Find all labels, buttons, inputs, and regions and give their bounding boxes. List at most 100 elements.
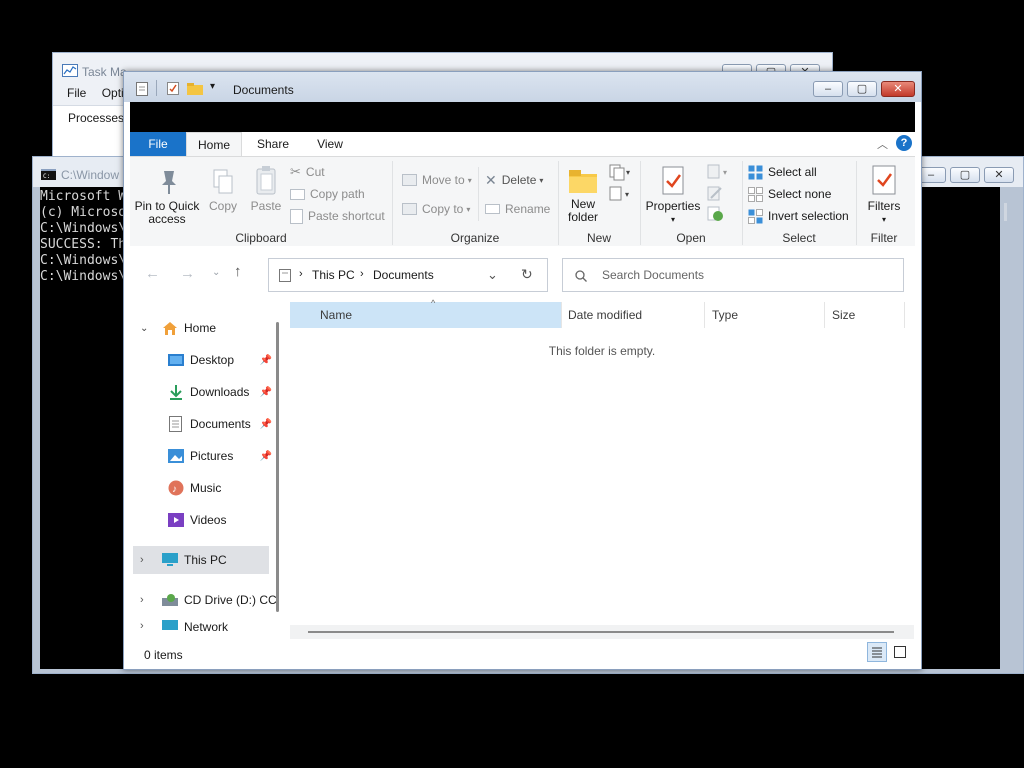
nav-scrollbar-thumb[interactable] [276,322,279,612]
column-header-type[interactable]: Type [712,302,738,328]
properties-qat-icon[interactable] [167,82,179,95]
cmd-scrollbar-thumb[interactable] [1004,203,1007,221]
qat-dropdown-icon[interactable]: ▾ [210,81,215,92]
new-item-button[interactable]: ▾ [608,163,632,181]
open-button[interactable]: ▾ [706,163,732,181]
cmd-close-button[interactable]: ✕ [984,167,1014,183]
paste-shortcut-button[interactable]: Paste shortcut [290,207,385,225]
nav-item-documents[interactable]: Documents 📌 [130,410,274,438]
details-view-button[interactable] [867,642,887,662]
copy-to-label: Copy to [422,202,464,216]
back-arrow-icon[interactable]: ← [145,265,160,282]
explorer-titlebar[interactable]: ▾ Documents – ▢ ✕ [124,72,921,102]
tab-home[interactable]: Home [186,132,242,156]
menu-file[interactable]: File [67,86,86,100]
empty-folder-message: This folder is empty. [548,344,656,358]
nav-item-this-pc[interactable]: › This PC [133,546,269,574]
nav-item-music[interactable]: ♪ Music [130,474,274,502]
properties-button[interactable]: Properties ▾ [644,165,702,226]
tab-file[interactable]: File [130,132,186,156]
pin-to-quick-access-button[interactable]: Pin to Quick access [134,167,200,226]
history-button[interactable] [706,205,726,223]
home-icon [163,321,177,335]
explorer-maximize-button[interactable]: ▢ [847,81,877,97]
nav-item-downloads[interactable]: Downloads 📌 [130,378,274,406]
new-folder-qat-icon[interactable] [187,83,203,95]
horizontal-scrollbar[interactable] [290,625,914,639]
edit-button[interactable] [706,185,726,203]
delete-button[interactable]: ✕ Delete ▾ [485,171,543,189]
column-header-size[interactable]: Size [832,302,855,328]
paste-shortcut-icon [290,208,303,224]
select-none-button[interactable]: Select none [748,185,831,203]
collapsed-chevron-icon[interactable]: › [140,554,158,566]
explorer-close-button[interactable]: ✕ [881,81,915,97]
properties-dropdown-icon[interactable]: ▾ [644,213,702,226]
expanded-chevron-icon[interactable]: ⌄ [140,323,158,334]
forward-arrow-icon[interactable]: → [180,265,195,282]
large-icons-view-button[interactable] [892,644,908,660]
invert-selection-button[interactable]: Invert selection [748,207,849,225]
column-divider [824,302,825,328]
column-header-name[interactable]: Name [320,302,352,328]
horizontal-scrollbar-thumb[interactable] [308,631,894,633]
collapsed-chevron-icon[interactable]: › [140,594,158,606]
file-list[interactable]: ^ Name Date modified Type Size This fold… [290,298,914,642]
recent-locations-icon[interactable]: ⌄ [212,267,220,278]
breadcrumb-separator-icon[interactable]: › [299,268,303,280]
nav-label: Network [184,620,229,634]
copy-to-button[interactable]: Copy to ▾ [402,200,470,218]
edit-icon [707,186,722,201]
up-arrow-icon[interactable]: ↑ [234,263,242,280]
new-item-icon: ▾ [609,164,630,181]
breadcrumb-separator-icon[interactable]: › [360,268,364,280]
pin-icon[interactable]: 📌 [260,355,272,366]
select-all-button[interactable]: Select all [748,163,817,181]
file-explorer-window[interactable]: ▾ Documents – ▢ ✕ File Home Share View ︿… [123,71,922,670]
window-title: Documents [233,83,294,97]
breadcrumb-documents[interactable]: Documents [373,268,434,282]
nav-item-desktop[interactable]: Desktop 📌 [130,346,274,374]
nav-item-videos[interactable]: Videos [130,506,274,534]
cut-button[interactable]: ✂ Cut [290,163,325,181]
collapsed-chevron-icon[interactable]: › [140,620,158,632]
filters-dropdown-icon[interactable]: ▾ [860,213,908,226]
breadcrumb-this-pc[interactable]: This PC [312,268,355,282]
easy-access-button[interactable]: ▾ [608,185,632,203]
menu-options[interactable]: Opti [102,86,124,100]
copy-path-button[interactable]: Copy path [290,185,365,203]
nav-item-network[interactable]: › Network [130,620,274,640]
tab-view[interactable]: View [306,132,354,156]
pin-icon[interactable]: 📌 [260,451,272,462]
cmd-maximize-button[interactable]: ▢ [950,167,980,183]
move-to-button[interactable]: Move to ▾ [402,171,472,189]
desktop-icon [168,354,184,366]
filters-button[interactable]: Filters ▾ [860,165,908,226]
search-box[interactable]: Search Documents [562,258,904,292]
pin-icon[interactable]: 📌 [260,387,272,398]
explorer-minimize-button[interactable]: – [813,81,843,97]
nav-item-home[interactable]: ⌄ Home [130,314,274,342]
nav-item-pictures[interactable]: Pictures 📌 [130,442,274,470]
properties-label: Properties [645,199,701,213]
nav-label: Downloads [190,385,250,399]
help-icon[interactable]: ? [896,135,912,151]
address-bar[interactable]: › This PC › Documents ⌄ ↻ [268,258,548,292]
address-dropdown-icon[interactable]: ⌄ [487,267,498,283]
nav-label: Pictures [190,449,234,463]
column-header-date-modified[interactable]: Date modified [568,302,642,328]
new-folder-button[interactable]: New folder [564,167,602,224]
tab-processes[interactable]: Processes [68,111,124,125]
history-icon [707,206,723,221]
copy-icon [213,169,233,194]
paste-button[interactable]: Paste [246,165,286,213]
refresh-icon[interactable]: ↻ [521,266,533,283]
task-manager-icon [62,64,78,77]
rename-button[interactable]: Rename [485,200,550,218]
copy-button[interactable]: Copy [204,167,242,213]
tab-share[interactable]: Share [248,132,298,156]
invert-selection-icon [748,208,763,224]
pin-icon[interactable]: 📌 [260,419,272,430]
nav-item-cd-drive[interactable]: › CD Drive (D:) CC [130,586,280,614]
collapse-ribbon-icon[interactable]: ︿ [877,136,888,152]
